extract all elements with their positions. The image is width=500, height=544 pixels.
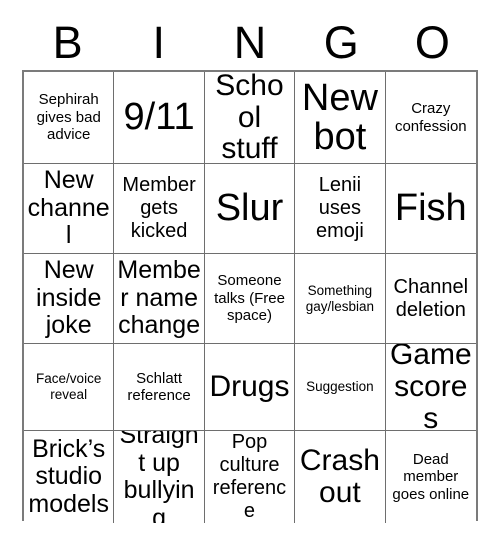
bingo-header-letter-n: N (233, 16, 267, 68)
bingo-cell[interactable]: Sephirah gives bad advice (24, 72, 115, 164)
bingo-header-letter-g: G (323, 16, 359, 68)
bingo-cell-label: Member name change (117, 256, 201, 340)
bingo-cell-label: 9/11 (123, 96, 195, 139)
bingo-cell[interactable]: Suggestion (295, 344, 386, 431)
bingo-cell-label: Fish (394, 187, 467, 230)
bingo-cell[interactable]: New bot (295, 72, 386, 164)
bingo-cell-label: Brick’s studio models (28, 434, 109, 518)
bingo-cell[interactable]: Member gets kicked (114, 164, 205, 254)
bingo-cell-label: Something gay/lesbian (305, 282, 375, 314)
bingo-cell[interactable]: School stuff (204, 72, 296, 164)
bingo-header-row: B I N G O (22, 14, 478, 70)
bingo-cell-label: Lenii uses emoji (315, 174, 364, 242)
bingo-cell-label: Crash out (299, 444, 380, 509)
bingo-cell-label: School stuff (215, 72, 284, 164)
bingo-cell-label: Channel deletion (393, 275, 469, 321)
bingo-grid: Sephirah gives bad advice 9/11 School stuf… (22, 70, 478, 523)
bingo-header-letter-b: B (52, 16, 83, 68)
bingo-cell-label: Schlatt reference (127, 369, 191, 404)
bingo-cell-label: New bot (301, 76, 378, 158)
bingo-cell[interactable]: Brick’s studio models (24, 431, 115, 523)
bingo-cell[interactable]: Pop culture reference (204, 431, 296, 523)
bingo-cell[interactable]: Someone talks (Free space) (204, 254, 296, 344)
bingo-cell[interactable]: Dead member goes online (385, 431, 476, 523)
bingo-cell[interactable]: 9/11 (114, 72, 205, 164)
bingo-cell-label: Face/voice reveal (36, 371, 102, 402)
bingo-cell[interactable]: Crash out (295, 431, 386, 523)
bingo-cell[interactable]: Something gay/lesbian (295, 254, 386, 344)
bingo-cell-label: Game scores (389, 344, 472, 431)
bingo-cell-label: Slur (215, 187, 284, 230)
bingo-header-letter-o: O (414, 16, 450, 68)
bingo-cell-label: Crazy confession (394, 100, 467, 135)
bingo-cell[interactable]: Straight up bullying (114, 431, 205, 523)
bingo-cell-label: Straight up bullying (119, 431, 199, 523)
bingo-cell[interactable]: Member name change (114, 254, 205, 344)
bingo-cell-label: New channel (27, 166, 110, 250)
bingo-cell[interactable]: Lenii uses emoji (295, 164, 386, 254)
bingo-cell-label: New inside joke (36, 256, 102, 340)
bingo-cell[interactable]: Slur (204, 164, 296, 254)
bingo-cell[interactable]: Channel deletion (385, 254, 476, 344)
bingo-cell-label: Pop culture reference (212, 431, 287, 522)
bingo-cell[interactable]: Fish (385, 164, 476, 254)
bingo-cell[interactable]: Face/voice reveal (24, 344, 115, 431)
bingo-cell-label: Member gets kicked (122, 174, 196, 242)
bingo-cell-label: Someone talks (Free space) (214, 272, 285, 325)
bingo-cell-label: Suggestion (306, 379, 374, 395)
bingo-cell[interactable]: New inside joke (24, 254, 115, 344)
bingo-cell-label: Drugs (209, 370, 290, 404)
bingo-cell[interactable]: Crazy confession (385, 72, 476, 164)
bingo-header-letter-i: I (152, 16, 166, 68)
bingo-cell[interactable]: New channel (24, 164, 115, 254)
bingo-card: B I N G O Sephirah gives bad advice 9/11 S… (0, 0, 500, 544)
bingo-cell[interactable]: Schlatt reference (114, 344, 205, 431)
bingo-cell-label: Dead member goes online (392, 450, 470, 503)
bingo-cell-label: Sephirah gives bad advice (36, 91, 101, 144)
bingo-cell[interactable]: Game scores (385, 344, 476, 431)
bingo-cell[interactable]: Drugs (204, 344, 296, 431)
